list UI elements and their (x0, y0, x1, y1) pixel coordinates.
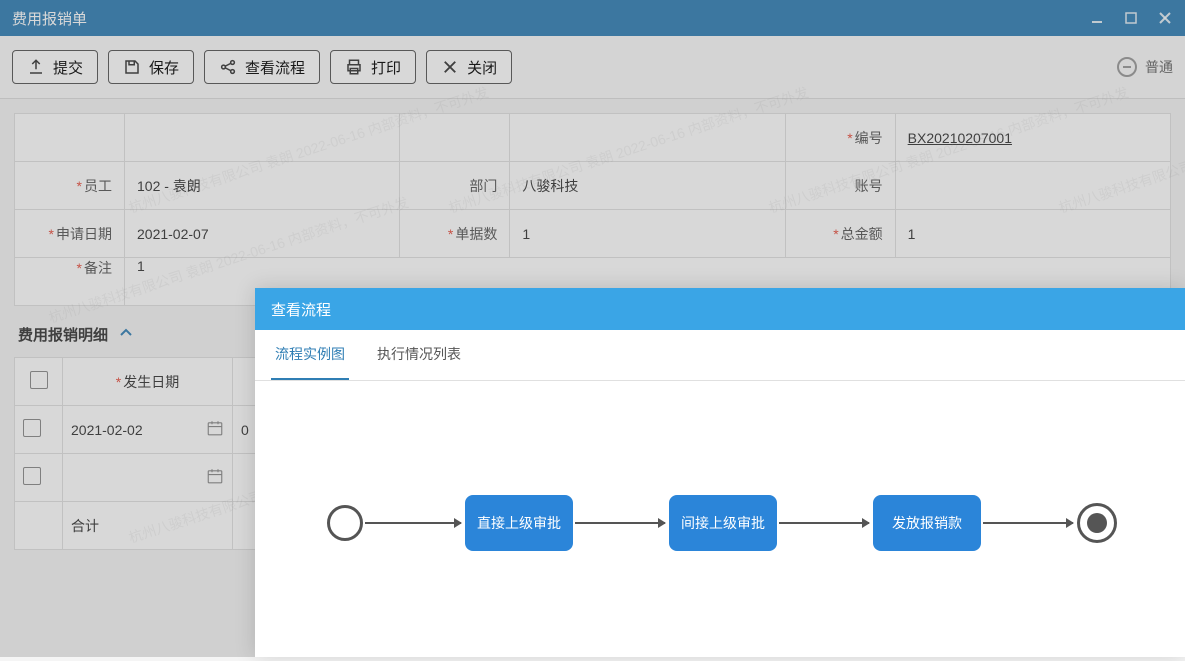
flow-start-node[interactable] (327, 505, 363, 541)
flow-end-node[interactable] (1077, 503, 1117, 543)
tab-diagram[interactable]: 流程实例图 (271, 330, 349, 380)
modal-tabs: 流程实例图 执行情况列表 (255, 330, 1185, 381)
flow-arrow (983, 522, 1073, 524)
flow-canvas: 直接上级审批 间接上级审批 发放报销款 (255, 381, 1185, 661)
flow-end-inner (1087, 513, 1107, 533)
flow-node-2[interactable]: 间接上级审批 (669, 495, 777, 551)
flow-arrow (365, 522, 461, 524)
modal-title: 查看流程 (255, 288, 1185, 330)
flow-arrow (779, 522, 869, 524)
view-flow-modal: 查看流程 流程实例图 执行情况列表 直接上级审批 间接上级审批 发放报销款 (255, 288, 1185, 657)
tab-exec-list[interactable]: 执行情况列表 (373, 330, 465, 380)
flow-node-3[interactable]: 发放报销款 (873, 495, 981, 551)
flow-arrow (575, 522, 665, 524)
flow-node-1[interactable]: 直接上级审批 (465, 495, 573, 551)
